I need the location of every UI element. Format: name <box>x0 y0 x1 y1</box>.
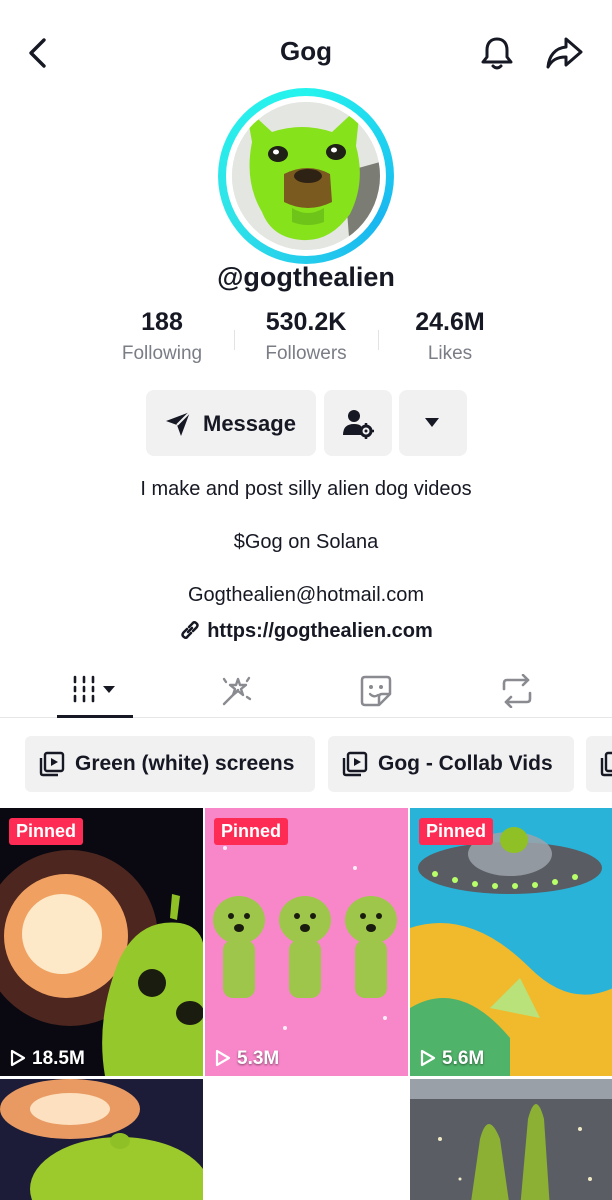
pinned-badge: Pinned <box>419 818 494 845</box>
playlist-label: Green (white) screens <box>75 752 295 775</box>
sticker-icon <box>360 675 392 707</box>
share-arrow-icon <box>546 37 583 69</box>
user-gear-icon <box>343 410 374 439</box>
profile-stats: 188 Following 530.2K Followers 24.6M Lik… <box>90 308 522 372</box>
video-thumbnail[interactable] <box>0 1079 203 1200</box>
message-button-label: Message <box>203 411 296 436</box>
followers-count: 530.2K <box>265 308 347 336</box>
playlist-chip[interactable]: Gog - Collab Vids <box>328 736 574 792</box>
tab-stickers[interactable] <box>338 670 414 710</box>
tab-videos[interactable] <box>57 670 133 718</box>
message-button[interactable]: Message <box>146 390 316 456</box>
bio-line: I make and post silly alien dog videos <box>140 478 472 500</box>
videos-grid-icon <box>73 675 115 703</box>
send-plane-icon <box>166 411 191 436</box>
likes-stat[interactable]: 24.6M Likes <box>378 308 522 365</box>
playlist-icon <box>342 751 368 777</box>
link-icon <box>181 620 199 640</box>
avatar <box>232 102 380 250</box>
video-thumbnail-image <box>0 808 203 1076</box>
share-button[interactable] <box>544 34 584 72</box>
view-count-text: 5.6M <box>442 1048 485 1069</box>
playlist-row: Green (white) screens Gog - Collab Vids <box>0 730 612 798</box>
video-thumbnail-image <box>0 1079 203 1200</box>
more-options-button[interactable] <box>399 390 467 456</box>
video-grid: Pinned 18.5M Pinned 5.3M Pinned 5.6M <box>0 808 612 1200</box>
video-thumbnail[interactable]: Pinned 5.3M <box>205 808 408 1076</box>
tab-effects[interactable] <box>198 670 274 710</box>
playlist-chip[interactable]: Green (white) screens <box>25 736 315 792</box>
pinned-badge: Pinned <box>214 818 289 845</box>
profile-link[interactable]: https://gogthealien.com <box>0 619 612 643</box>
followers-stat[interactable]: 530.2K Followers <box>234 308 378 365</box>
playlist-icon <box>600 751 612 777</box>
view-count: 5.3M <box>215 1048 279 1070</box>
view-count: 18.5M <box>10 1048 85 1070</box>
play-icon <box>10 1049 26 1067</box>
video-thumbnail-image <box>410 808 612 1076</box>
video-thumbnail[interactable]: Pinned 18.5M <box>0 808 203 1076</box>
following-count: 188 <box>141 308 183 336</box>
video-thumbnail-image <box>205 808 408 1076</box>
avatar-ring[interactable] <box>218 88 394 264</box>
playlist-label: Gog - Collab Vids <box>378 752 553 775</box>
caret-down-icon <box>425 418 439 427</box>
playlist-icon <box>39 751 65 777</box>
username: @gogthealien <box>217 262 395 292</box>
following-label: Following <box>121 343 203 364</box>
tab-reposts[interactable] <box>479 670 555 710</box>
page-title: Gog <box>280 36 332 66</box>
playlist-chip[interactable] <box>586 736 612 792</box>
view-count-text: 5.3M <box>237 1048 280 1069</box>
view-count-text: 18.5M <box>32 1048 85 1069</box>
view-count: 5.6M <box>420 1048 484 1070</box>
bio-email: Gogthealien@hotmail.com <box>188 584 424 606</box>
profile-tabs <box>0 660 612 718</box>
top-bar: Gog <box>0 0 612 100</box>
video-thumbnail-image <box>410 1079 612 1200</box>
alien-dog-avatar-image <box>232 102 380 250</box>
play-icon <box>215 1049 231 1067</box>
profile-link-text: https://gogthealien.com <box>207 620 433 642</box>
friend-settings-button[interactable] <box>324 390 392 456</box>
bio-line: $Gog on Solana <box>233 531 379 553</box>
followers-label: Followers <box>265 343 347 364</box>
bell-icon <box>481 37 513 70</box>
play-icon <box>420 1049 436 1067</box>
likes-label: Likes <box>427 343 473 364</box>
magic-wand-icon <box>222 676 252 706</box>
video-thumbnail[interactable]: Pinned 5.6M <box>410 808 612 1076</box>
following-stat[interactable]: 188 Following <box>90 308 234 365</box>
video-thumbnail[interactable] <box>410 1079 612 1200</box>
repost-icon <box>502 674 532 708</box>
video-thumbnail[interactable] <box>205 1079 408 1200</box>
notifications-button[interactable] <box>478 34 516 72</box>
likes-count: 24.6M <box>415 308 485 336</box>
pinned-badge: Pinned <box>9 818 84 845</box>
